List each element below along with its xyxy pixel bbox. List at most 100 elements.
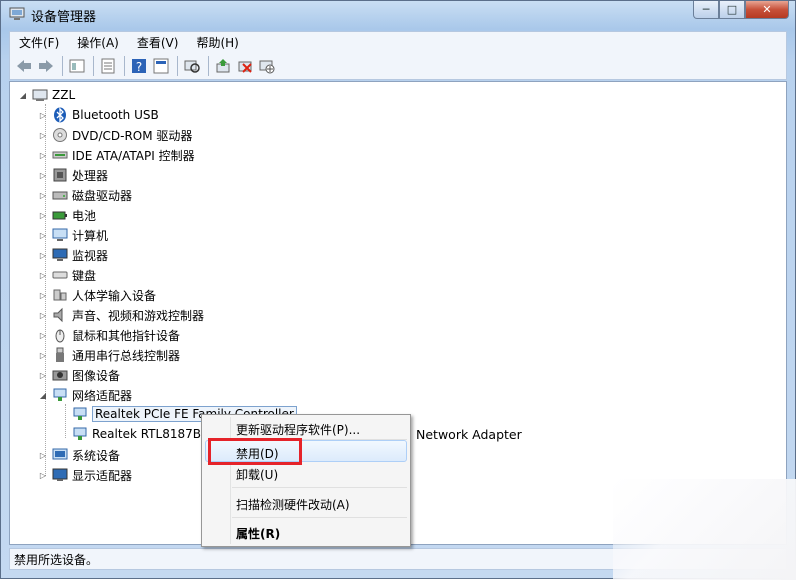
up-icon[interactable] <box>67 56 87 76</box>
hid-icon <box>52 287 68 303</box>
disable-icon[interactable] <box>257 56 277 76</box>
category-label: 显示适配器 <box>72 468 133 483</box>
update-driver-icon[interactable] <box>213 56 233 76</box>
device-manager-window: 设备管理器 ─ □ ✕ 文件(F) 操作(A) 查看(V) 帮助(H) ? ◢ … <box>0 0 796 580</box>
network-card-icon <box>72 426 88 442</box>
imaging-icon <box>52 367 68 383</box>
bluetooth-icon <box>52 107 68 123</box>
tree-category-sound[interactable]: ▷ 声音、视频和游戏控制器 <box>38 306 204 324</box>
ide-icon <box>52 147 68 163</box>
properties-icon[interactable] <box>98 56 118 76</box>
expand-arrow-icon[interactable]: ▷ <box>38 330 48 340</box>
expand-arrow-icon[interactable]: ▷ <box>38 470 48 480</box>
device-manager-icon <box>9 7 25 20</box>
mouse-icon <box>52 327 68 343</box>
menu-properties[interactable]: 属性(R) <box>236 525 280 542</box>
help-icon[interactable]: ? <box>129 56 149 76</box>
expand-arrow-icon[interactable]: ▷ <box>38 130 48 140</box>
expand-arrow-icon[interactable]: ▷ <box>38 350 48 360</box>
tree-category-display[interactable]: ▷ 显示适配器 <box>38 466 132 484</box>
expand-arrow-icon[interactable]: ▷ <box>38 210 48 220</box>
tree-category-bluetooth[interactable]: ▷ Bluetooth USB <box>38 106 159 124</box>
root-label: ZZL <box>52 88 76 102</box>
network-adapter-rtl8187b[interactable]: Realtek RTL8187B <box>72 425 201 443</box>
tree-category-network[interactable]: ◢ 网络适配器 <box>38 386 132 404</box>
category-label: 鼠标和其他指针设备 <box>72 328 181 343</box>
category-label: 处理器 <box>72 168 109 183</box>
menu-help[interactable]: 帮助(H) <box>187 34 247 51</box>
menu-action[interactable]: 操作(A) <box>68 34 128 51</box>
title-bar[interactable]: 设备管理器 ─ □ ✕ <box>1 1 795 29</box>
menu-bar: 文件(F) 操作(A) 查看(V) 帮助(H) <box>9 31 787 53</box>
tree-category-hid[interactable]: ▷ 人体学输入设备 <box>38 286 156 304</box>
computer-icon <box>32 87 48 103</box>
context-menu: 更新驱动程序软件(P)... 禁用(D) 卸载(U) 扫描检测硬件改动(A) 属… <box>201 414 411 547</box>
category-label: DVD/CD-ROM 驱动器 <box>72 128 193 143</box>
display-icon <box>52 467 68 483</box>
expand-arrow-icon[interactable]: ▷ <box>38 190 48 200</box>
rtl8187b-label: Realtek RTL8187B <box>92 427 201 441</box>
network-card-icon <box>72 406 88 422</box>
category-label: 键盘 <box>72 268 97 283</box>
menu-uninstall[interactable]: 卸载(U) <box>236 466 278 483</box>
category-label: 声音、视频和游戏控制器 <box>72 308 205 323</box>
window-title: 设备管理器 <box>31 10 97 25</box>
category-label: 系统设备 <box>72 448 121 463</box>
battery-icon <box>52 207 68 223</box>
category-label: 电池 <box>72 208 97 223</box>
keyboard-icon <box>52 267 68 283</box>
expand-arrow-icon[interactable]: ▷ <box>38 370 48 380</box>
category-label: 网络适配器 <box>72 388 133 403</box>
collapse-arrow-icon[interactable]: ◢ <box>38 390 48 400</box>
expand-arrow-icon[interactable]: ▷ <box>38 310 48 320</box>
back-icon[interactable] <box>14 56 34 76</box>
disable-highlight-box <box>208 438 302 465</box>
watermark <box>613 479 796 580</box>
tree-root[interactable]: ◢ ZZL <box>18 86 75 104</box>
category-label: 计算机 <box>72 228 109 243</box>
menu-scan-hardware[interactable]: 扫描检测硬件改动(A) <box>236 496 350 513</box>
tree-category-keyboard[interactable]: ▷ 键盘 <box>38 266 96 284</box>
expand-arrow-icon[interactable]: ▷ <box>38 270 48 280</box>
toolbar: ? <box>9 52 787 80</box>
expand-arrow-icon[interactable]: ▷ <box>38 110 48 120</box>
scan-icon[interactable] <box>182 56 202 76</box>
tree-category-computer[interactable]: ▷ 计算机 <box>38 226 108 244</box>
tree-category-battery[interactable]: ▷ 电池 <box>38 206 96 224</box>
category-label: 磁盘驱动器 <box>72 188 133 203</box>
tree-category-system[interactable]: ▷ 系统设备 <box>38 446 120 464</box>
category-label: IDE ATA/ATAPI 控制器 <box>72 148 195 163</box>
expand-arrow-icon[interactable]: ▷ <box>38 250 48 260</box>
uninstall-icon[interactable] <box>235 56 255 76</box>
expand-arrow-icon[interactable]: ▷ <box>38 150 48 160</box>
expand-arrow-icon[interactable]: ▷ <box>38 230 48 240</box>
disk-icon <box>52 187 68 203</box>
tree-category-ide[interactable]: ▷ IDE ATA/ATAPI 控制器 <box>38 146 195 164</box>
rtl8187b-label-suffix: Network Adapter <box>416 427 522 442</box>
tree-category-imaging[interactable]: ▷ 图像设备 <box>38 366 120 384</box>
system-icon <box>52 447 68 463</box>
tree-category-usb[interactable]: ▷ 通用串行总线控制器 <box>38 346 180 364</box>
menu-view[interactable]: 查看(V) <box>128 34 188 51</box>
tree-category-processor[interactable]: ▷ 处理器 <box>38 166 108 184</box>
console-icon[interactable] <box>151 56 171 76</box>
tree-category-mouse[interactable]: ▷ 鼠标和其他指针设备 <box>38 326 180 344</box>
expand-arrow-icon[interactable]: ▷ <box>38 290 48 300</box>
expand-arrow-icon[interactable]: ▷ <box>38 450 48 460</box>
svg-text:?: ? <box>136 60 142 74</box>
expand-arrow-icon[interactable]: ▷ <box>38 170 48 180</box>
dvd-icon <box>52 127 68 143</box>
menu-update-driver[interactable]: 更新驱动程序软件(P)... <box>236 421 360 438</box>
forward-icon[interactable] <box>36 56 56 76</box>
tree-category-monitor[interactable]: ▷ 监视器 <box>38 246 108 264</box>
menu-file[interactable]: 文件(F) <box>10 34 68 51</box>
maximize-button[interactable]: □ <box>719 1 745 19</box>
collapse-arrow-icon[interactable]: ◢ <box>18 90 28 100</box>
tree-category-dvd[interactable]: ▷ DVD/CD-ROM 驱动器 <box>38 126 192 144</box>
minimize-button[interactable]: ─ <box>693 1 719 19</box>
tree-category-disk[interactable]: ▷ 磁盘驱动器 <box>38 186 132 204</box>
category-label: 监视器 <box>72 248 109 263</box>
category-label: 人体学输入设备 <box>72 288 157 303</box>
network-icon <box>52 387 68 403</box>
close-button[interactable]: ✕ <box>745 1 789 19</box>
